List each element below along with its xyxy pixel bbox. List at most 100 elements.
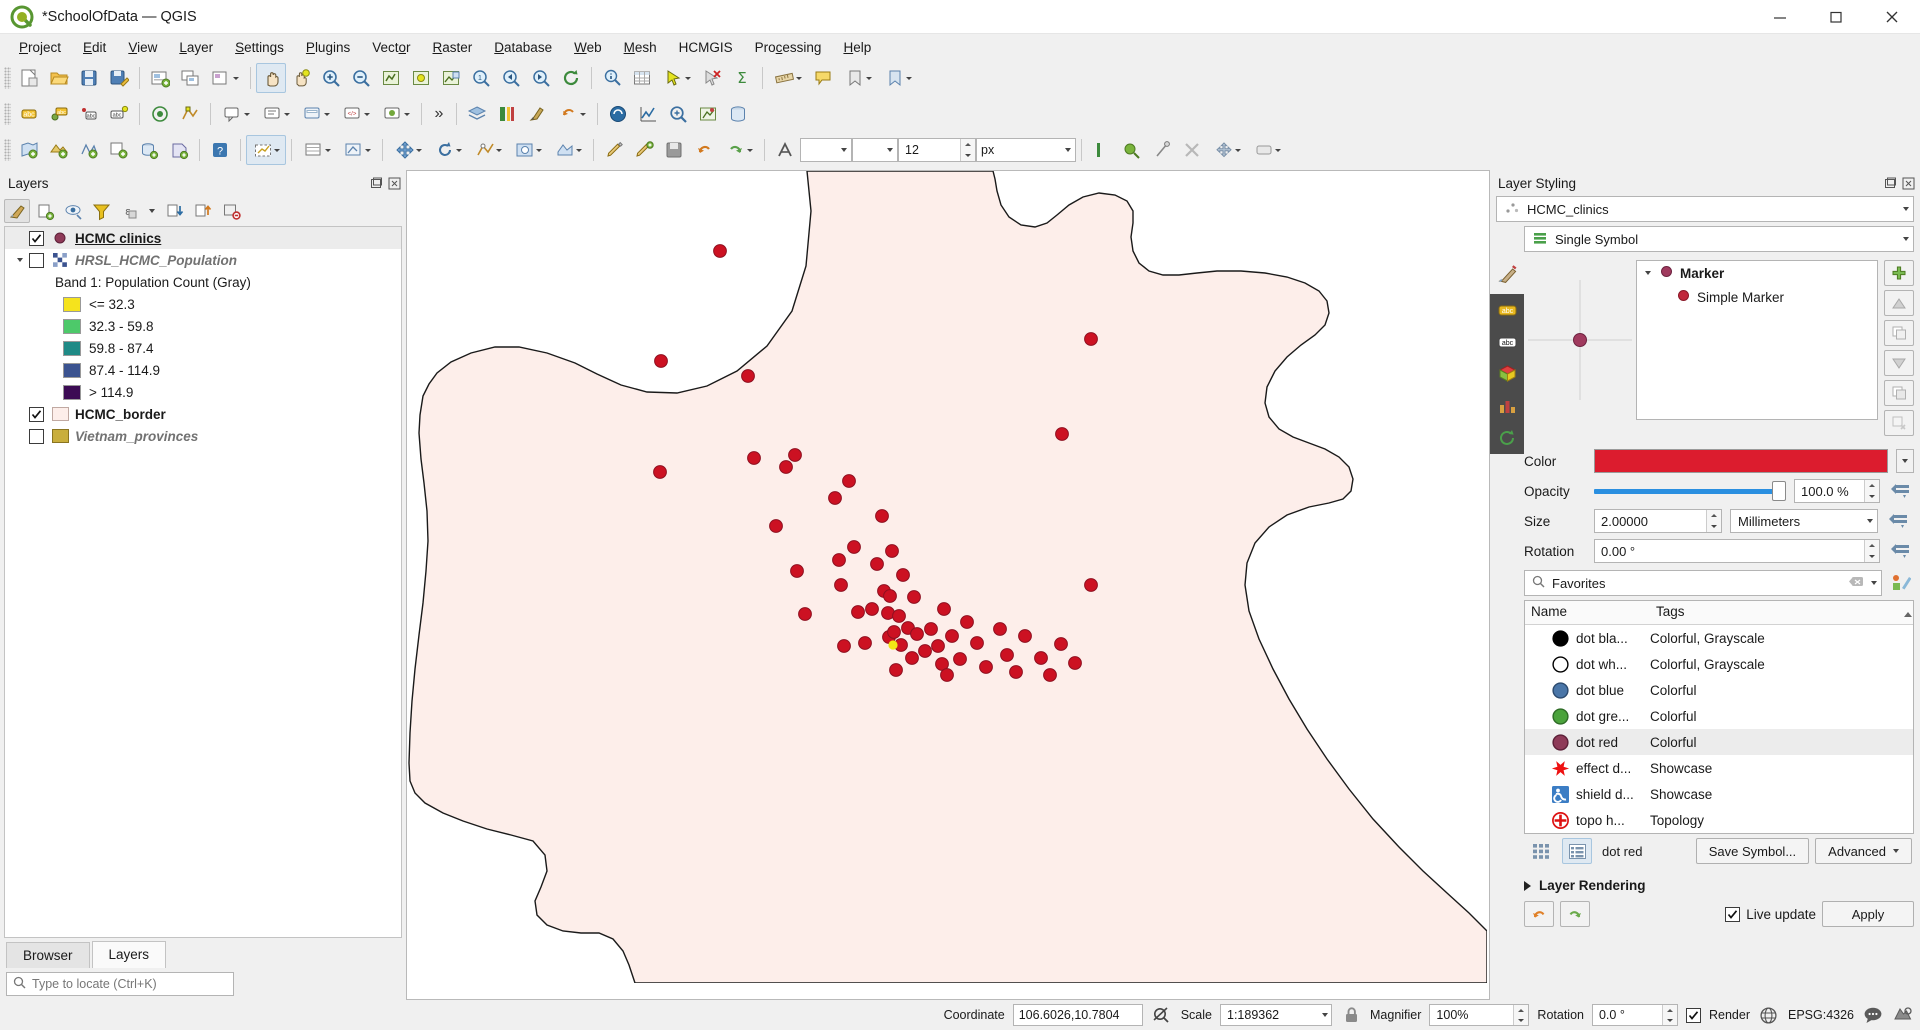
- db-manager-icon[interactable]: [723, 99, 753, 129]
- lock-icon[interactable]: [1884, 380, 1914, 406]
- open-project-icon[interactable]: [44, 63, 74, 93]
- clinic-point[interactable]: [788, 448, 802, 462]
- menu-mesh[interactable]: Mesh: [613, 37, 668, 58]
- expand-right-icon[interactable]: [1524, 880, 1531, 891]
- html-annotation-icon[interactable]: </>: [336, 99, 376, 129]
- symbol-table-body[interactable]: dot bla... Colorful, Grayscale dot wh... Co…: [1525, 625, 1913, 833]
- chevron-down-icon[interactable]: [1871, 581, 1877, 585]
- tab-layers[interactable]: Layers: [91, 941, 167, 968]
- georeferencer-icon[interactable]: [693, 99, 723, 129]
- clinic-point[interactable]: [970, 636, 984, 650]
- symbol-browser-table[interactable]: Name Tags dot bla... Colorful, Grayscale d…: [1524, 600, 1914, 834]
- style-dock-icon[interactable]: [522, 99, 552, 129]
- clinic-point[interactable]: [924, 622, 938, 636]
- clinic-point[interactable]: [769, 519, 783, 533]
- annotation-icon[interactable]: [216, 99, 256, 129]
- digitizing-toolbar-icon[interactable]: [297, 135, 337, 165]
- label-icon[interactable]: abc: [14, 99, 44, 129]
- menu-vector[interactable]: Vector: [361, 37, 421, 58]
- clinic-point[interactable]: [779, 460, 793, 474]
- save-project-as-icon[interactable]: [104, 63, 134, 93]
- refresh-icon[interactable]: [556, 63, 586, 93]
- size-unit-combo[interactable]: Millimeters: [1730, 509, 1878, 533]
- clinic-point[interactable]: [798, 607, 812, 621]
- menu-raster[interactable]: Raster: [422, 37, 484, 58]
- label-layer-icon[interactable]: abc: [44, 99, 74, 129]
- clinic-point[interactable]: [858, 636, 872, 650]
- style-manager-icon[interactable]: [145, 99, 175, 129]
- clinic-point[interactable]: [1084, 332, 1098, 346]
- symbol-search-input[interactable]: Favorites: [1524, 570, 1882, 596]
- move-label-icon[interactable]: [1207, 135, 1247, 165]
- zoom-in-icon[interactable]: [316, 63, 346, 93]
- save-symbol-button[interactable]: Save Symbol...: [1695, 838, 1810, 864]
- clinic-point[interactable]: [887, 625, 901, 639]
- opacity-slider[interactable]: [1594, 480, 1786, 502]
- messages-icon[interactable]: [1862, 1004, 1884, 1026]
- symbol-table-row[interactable]: dot blue Colorful: [1525, 677, 1913, 703]
- measure-line-icon[interactable]: [768, 63, 808, 93]
- clinic-point[interactable]: [653, 465, 667, 479]
- select-features-icon[interactable]: [657, 63, 697, 93]
- clinic-point[interactable]: [870, 557, 884, 571]
- renderer-combo[interactable]: Single Symbol: [1524, 226, 1914, 252]
- clinic-point[interactable]: [889, 663, 903, 677]
- undo-icon[interactable]: [1524, 901, 1554, 927]
- toolbar-grip[interactable]: [4, 139, 11, 161]
- add-symbol-layer-icon[interactable]: [1884, 260, 1914, 286]
- clinic-point[interactable]: [896, 568, 910, 582]
- text-color-icon[interactable]: [1087, 135, 1117, 165]
- save-project-icon[interactable]: [74, 63, 104, 93]
- clinic-point[interactable]: [905, 651, 919, 665]
- layer-visibility-checkbox[interactable]: [29, 406, 44, 422]
- advanced-button[interactable]: Advanced: [1815, 838, 1912, 864]
- layer-rendering-section-header[interactable]: Layer Rendering: [1524, 878, 1914, 893]
- clinic-point[interactable]: [993, 622, 1007, 636]
- clinic-point[interactable]: [741, 369, 755, 383]
- column-header-tags[interactable]: Tags: [1650, 601, 1897, 624]
- grid-view-icon[interactable]: [1526, 838, 1556, 864]
- chevron-down-icon[interactable]: [1903, 207, 1909, 211]
- menu-layer[interactable]: Layer: [168, 37, 224, 58]
- crs-label[interactable]: EPSG:4326: [1788, 1008, 1854, 1022]
- scale-selector-icon[interactable]: [1117, 135, 1147, 165]
- rotate-feature-icon[interactable]: [428, 135, 468, 165]
- opacity-value-input[interactable]: 100.0 %: [1794, 479, 1880, 503]
- magnifier-input[interactable]: 100%: [1429, 1004, 1530, 1026]
- add-group-icon[interactable]: [32, 199, 58, 223]
- rotation-data-defined-override-icon[interactable]: [1888, 539, 1914, 563]
- form-annotation-icon[interactable]: [296, 99, 336, 129]
- undock-icon[interactable]: [368, 175, 384, 191]
- delete-symbol-layer-icon[interactable]: [1884, 410, 1914, 436]
- layer-item-hcmc-clinics[interactable]: HCMC clinics: [5, 227, 401, 249]
- lock-scale-icon[interactable]: [1340, 1004, 1362, 1026]
- clinic-point[interactable]: [1055, 427, 1069, 441]
- live-update-checkbox[interactable]: [1725, 906, 1741, 922]
- layer-item-hcmc-border[interactable]: HCMC_border: [5, 403, 401, 425]
- add-raster-layer-icon[interactable]: [44, 135, 74, 165]
- styling-tab-masks[interactable]: abc: [1490, 326, 1524, 358]
- clinic-point[interactable]: [918, 644, 932, 658]
- log-messages-icon[interactable]: [1892, 1004, 1914, 1026]
- selected-clinic-point[interactable]: [888, 640, 898, 650]
- size-data-defined-override-icon[interactable]: [1886, 509, 1912, 533]
- clinic-point[interactable]: [713, 244, 727, 258]
- clinic-point[interactable]: [953, 652, 967, 666]
- clinic-point[interactable]: [910, 627, 924, 641]
- clinic-point[interactable]: [1043, 668, 1057, 682]
- styling-tab-symbology[interactable]: [1490, 258, 1524, 290]
- current-edits-icon[interactable]: [246, 135, 286, 165]
- chevron-down-icon[interactable]: [1903, 237, 1909, 241]
- toggle-extents-icon[interactable]: [1151, 1004, 1173, 1026]
- zoom-next-icon[interactable]: [526, 63, 556, 93]
- symbol-table-row[interactable]: dot gre... Colorful: [1525, 703, 1913, 729]
- symbol-tree-item-marker[interactable]: Marker: [1637, 261, 1877, 285]
- new-print-layout-icon[interactable]: [145, 63, 175, 93]
- bookmark-manager-icon[interactable]: [878, 63, 918, 93]
- toggle-editing-icon[interactable]: [599, 135, 629, 165]
- clinic-point[interactable]: [892, 609, 906, 623]
- layout-manager-icon[interactable]: [175, 63, 205, 93]
- menu-database[interactable]: Database: [483, 37, 563, 58]
- deselect-features-icon[interactable]: [697, 63, 727, 93]
- size-value-input[interactable]: 2.00000: [1594, 509, 1722, 533]
